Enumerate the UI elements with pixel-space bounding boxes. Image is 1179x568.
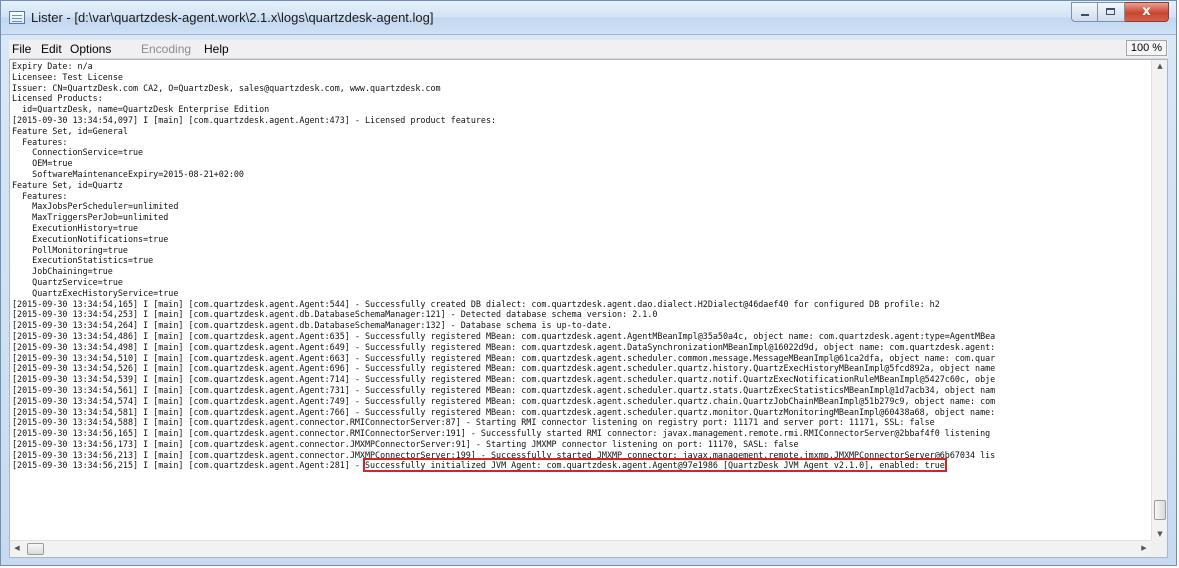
log-line: ExecutionHistory=true	[12, 222, 139, 233]
horizontal-scrollbar[interactable]: ◀ ▶	[10, 540, 1151, 557]
log-line: [2015-09-30 13:34:54,486] I [main] [com.…	[12, 330, 996, 341]
log-line: SoftwareMaintenanceExpiry=2015-08-21+02:…	[12, 168, 244, 179]
window-title: Lister - [d:\var\quartzdesk-agent.work\2…	[31, 10, 434, 25]
log-line: [2015-09-30 13:34:54,574] I [main] [com.…	[12, 395, 996, 406]
log-line: [2015-09-30 13:34:54,097] I [main] [com.…	[12, 114, 497, 125]
log-line: Licensed Products:	[12, 93, 103, 104]
log-line: [2015-09-30 13:34:56,173] I [main] [com.…	[12, 438, 799, 449]
log-line: [2015-09-30 13:34:54,264] I [main] [com.…	[12, 320, 613, 331]
lister-window: Lister - [d:\var\quartzdesk-agent.work\2…	[0, 0, 1177, 566]
maximize-button[interactable]	[1098, 2, 1125, 22]
log-line: QuartzExecHistoryService=true	[12, 287, 179, 298]
log-line: [2015-09-30 13:34:56,165] I [main] [com.…	[12, 428, 991, 439]
vertical-scroll-thumb[interactable]	[1154, 500, 1166, 520]
minimize-icon	[1081, 14, 1089, 16]
log-line: [2015-09-30 13:34:54,581] I [main] [com.…	[12, 406, 996, 417]
arrow-up-icon[interactable]: ▲	[1152, 62, 1167, 70]
log-line: id=QuartzDesk, name=QuartzDesk Enterpris…	[12, 104, 270, 115]
maximize-icon	[1106, 8, 1115, 15]
log-line: Feature Set, id=General	[12, 125, 128, 136]
log-line: Expiry Date: n/a	[12, 61, 93, 71]
log-line: OEM=true	[12, 158, 73, 169]
log-line: QuartzService=true	[12, 276, 123, 287]
window-controls: x	[1071, 2, 1169, 22]
log-line: Feature Set, id=Quartz	[12, 179, 123, 190]
log-line: [2015-09-30 13:34:54,253] I [main] [com.…	[12, 309, 658, 320]
final-line-prefix: [2015-09-30 13:34:56,215] I [main] [com.…	[12, 460, 365, 471]
log-line: ExecutionStatistics=true	[12, 255, 154, 266]
log-line: [2015-09-30 13:34:54,526] I [main] [com.…	[12, 363, 996, 374]
menu-options[interactable]: Options	[70, 42, 111, 56]
menu-help[interactable]: Help	[204, 42, 229, 56]
log-line: [2015-09-30 13:34:56,213] I [main] [com.…	[12, 449, 996, 460]
log-line: JobChaining=true	[12, 266, 113, 277]
horizontal-scroll-thumb[interactable]	[27, 543, 44, 555]
arrow-down-icon[interactable]: ▼	[1152, 530, 1167, 538]
log-line: ConnectionService=true	[12, 147, 144, 158]
log-line: MaxJobsPerScheduler=unlimited	[12, 201, 179, 212]
log-viewer[interactable]: Expiry Date: n/a Licensee: Test License Is…	[9, 59, 1168, 558]
minimize-button[interactable]	[1071, 2, 1098, 22]
close-icon: x	[1142, 4, 1151, 19]
arrow-right-icon[interactable]: ▶	[1139, 544, 1149, 552]
document-list-icon[interactable]	[9, 11, 25, 24]
log-line: [2015-09-30 13:34:54,539] I [main] [com.…	[12, 374, 996, 385]
arrow-left-icon[interactable]: ◀	[12, 544, 22, 552]
log-line: PollMonitoring=true	[12, 244, 128, 255]
log-line: [2015-09-30 13:34:54,165] I [main] [com.…	[12, 298, 940, 309]
log-line: Licensee: Test License	[12, 71, 123, 82]
title-bar[interactable]: Lister - [d:\var\quartzdesk-agent.work\2…	[1, 1, 1176, 35]
log-line-final: [2015-09-30 13:34:56,215] I [main] [com.…	[12, 458, 1151, 473]
menu-file[interactable]: File	[12, 42, 31, 56]
log-line: Features:	[12, 136, 68, 147]
log-line: Issuer: CN=QuartzDesk.com CA2, O=QuartzD…	[12, 82, 441, 93]
scrollbar-corner	[1151, 540, 1167, 557]
zoom-level[interactable]: 100 %	[1126, 40, 1167, 56]
log-line: [2015-09-30 13:34:54,510] I [main] [com.…	[12, 352, 996, 363]
vertical-scrollbar[interactable]: ▲ ▼	[1151, 60, 1167, 540]
close-button[interactable]: x	[1125, 2, 1169, 22]
highlighted-message: Successfully initialized JVM Agent: com.…	[362, 458, 947, 473]
log-line: [2015-09-30 13:34:54,588] I [main] [com.…	[12, 417, 935, 428]
menu-encoding[interactable]: Encoding	[141, 42, 191, 56]
log-line: Features:	[12, 190, 68, 201]
log-line: MaxTriggersPerJob=unlimited	[12, 212, 169, 223]
log-line: [2015-09-30 13:34:54,498] I [main] [com.…	[12, 341, 996, 352]
log-line: ExecutionNotifications=true	[12, 233, 169, 244]
log-line: [2015-09-30 13:34:54,561] I [main] [com.…	[12, 384, 996, 395]
menu-edit[interactable]: Edit	[41, 42, 62, 56]
log-text-area[interactable]: Expiry Date: n/a Licensee: Test License Is…	[10, 60, 1151, 540]
menu-bar: File Edit Options Encoding Help 100 %	[9, 40, 1168, 59]
